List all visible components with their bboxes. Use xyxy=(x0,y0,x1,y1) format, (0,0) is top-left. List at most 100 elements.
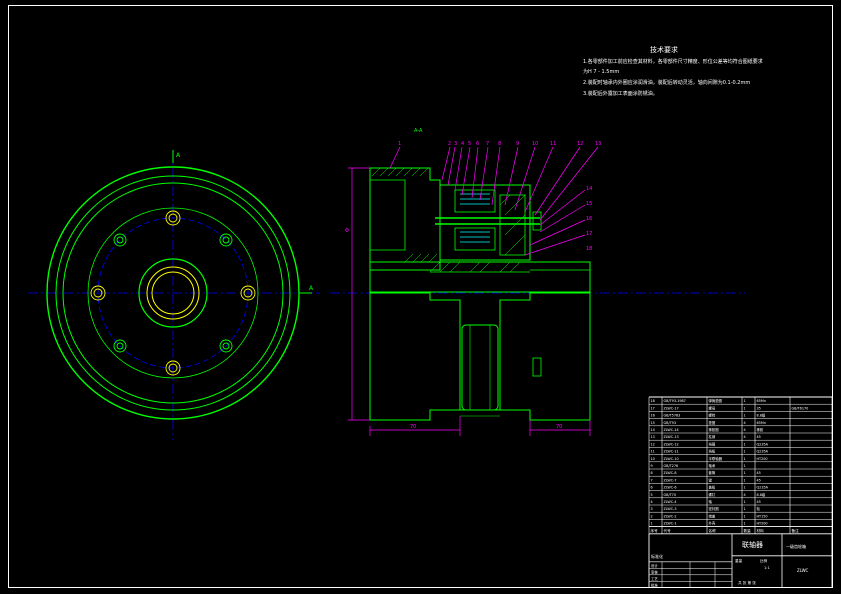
parts-list-cell: ZLWC-4 xyxy=(664,500,677,504)
parts-list-cell: ZLWC-10 xyxy=(664,457,679,461)
drawing-number: ZLWC xyxy=(797,568,809,573)
part-name: 联轴器 xyxy=(742,540,763,549)
parts-list-cell: HT200 xyxy=(757,522,768,526)
parts-list-cell: 1 xyxy=(744,507,746,511)
parts-list-cell: 橡胶 xyxy=(757,427,764,432)
parts-list-cell: 半联轴器 xyxy=(709,456,723,461)
parts-list-header: 序号 xyxy=(651,528,659,533)
parts-list-cell: ZLWC-17 xyxy=(664,406,679,410)
parts-list-cell: 1 xyxy=(744,442,746,446)
parts-list-cell: ZLWC-13 xyxy=(664,435,679,439)
section-center-label: A-A xyxy=(414,128,423,134)
parts-list-cell: 垫圈 xyxy=(709,420,716,425)
scale-label: 比例 xyxy=(760,558,768,563)
parts-list-cell: ZLWC-7 xyxy=(664,478,677,482)
parts-list-cell: 11 xyxy=(651,450,655,454)
parts-list-cell: GB/T6170 xyxy=(792,406,809,410)
dimension-bottom-left: 70 xyxy=(410,424,416,430)
parts-list-cell: 10 xyxy=(651,457,655,461)
section-mark-right: A xyxy=(309,285,314,292)
parts-list-cell: GB/T93 xyxy=(664,421,676,425)
balloon-9: 9 xyxy=(516,141,519,147)
parts-list-cell: 1 xyxy=(744,514,746,518)
title-block: 18 GB/T93-1987 弹簧垫圈 1 65Mn17 ZLWC-17 螺母 1 35 GB/T… xyxy=(648,396,833,587)
parts-list-cell: 8.8级 xyxy=(757,492,766,497)
parts-list-cell: 4 xyxy=(744,435,746,439)
parts-list-cell: 3 xyxy=(651,507,653,511)
parts-list-cell: ZLWC-11 xyxy=(664,450,679,454)
parts-list-cell: 13 xyxy=(651,435,655,439)
parts-list-cell: 35 xyxy=(757,406,761,410)
balloon-11: 11 xyxy=(550,141,556,147)
parts-list-cell: 端盖 xyxy=(709,513,716,518)
balloon-17: 17 xyxy=(586,231,592,237)
parts-list-cell: 键 xyxy=(709,477,713,482)
balloon-4: 4 xyxy=(461,141,464,147)
school-name: 标准化 xyxy=(651,553,663,559)
balloon-18: 18 xyxy=(586,246,592,252)
parts-list-cell: 18 xyxy=(651,399,655,403)
parts-list-header: 名称 xyxy=(709,528,717,533)
parts-list-cell: HT200 xyxy=(757,457,768,461)
parts-list-cell: 15 xyxy=(651,421,655,425)
parts-list-cell: 螺钉 xyxy=(709,492,716,497)
parts-list-cell: 外壳 xyxy=(709,521,716,526)
parts-list-cell: 轴承 xyxy=(709,463,716,468)
parts-list-cell: 8 xyxy=(651,471,653,475)
parts-list-cell: 45 xyxy=(757,500,761,504)
parts-list-cell: 6 xyxy=(651,486,653,490)
parts-list-cell: 4 xyxy=(744,493,746,497)
parts-list-cell: 4 xyxy=(744,421,746,425)
left-end-view xyxy=(28,150,320,440)
parts-list-cell: ZLWC-8 xyxy=(664,471,677,475)
balloon-5: 5 xyxy=(468,141,471,147)
parts-list-cell: ZLWC-6 xyxy=(664,486,677,490)
parts-list-header: 备注 xyxy=(792,528,800,533)
balloon-3: 3 xyxy=(454,141,457,147)
parts-list-cell: 盖板 xyxy=(709,485,716,490)
parts-list-cell: GB/T276 xyxy=(664,464,679,468)
parts-list-cell: 1 xyxy=(744,457,746,461)
tech-req-line-1: 1.各零部件加工前应检查其材料，各零部件尺寸精度、形位公差等均符合图纸要求 xyxy=(583,58,763,65)
parts-list-cell: 套筒 xyxy=(709,470,716,475)
balloon-7: 7 xyxy=(486,141,489,147)
dimension-height: Φ xyxy=(345,228,349,234)
sign-row-label: 审核 xyxy=(651,569,658,574)
parts-list-cell: 毡 xyxy=(757,506,761,511)
sign-row-label: 设计 xyxy=(651,563,658,568)
cad-drawing: A A A-A Φ 70 70 1 2 3 4 5 6 7 8 9 10 11 … xyxy=(8,5,833,588)
parts-list-cell: 65Mn xyxy=(757,421,766,425)
balloon-6: 6 xyxy=(476,141,479,147)
tech-requirements-title: 技术要求 xyxy=(650,45,678,54)
parts-list-cell: 1 xyxy=(744,522,746,526)
parts-list-cell: 14 xyxy=(651,428,655,432)
parts-list-cell: GB/T93-1987 xyxy=(664,399,686,403)
sign-row-label: 批准 xyxy=(651,582,658,587)
parts-list-cell: 1 xyxy=(744,478,746,482)
parts-list-cell: 45 xyxy=(757,435,761,439)
balloon-12: 12 xyxy=(577,141,583,147)
parts-list-cell: Q235A xyxy=(757,442,769,446)
parts-list-cell: 1 xyxy=(744,414,746,418)
parts-list-cell: 12 xyxy=(651,442,655,446)
parts-list-header: 材料 xyxy=(757,528,765,533)
parts-list-cell: 1 xyxy=(651,522,653,526)
tech-requirements: 技术要求 1.各零部件加工前应检查其材料，各零部件尺寸精度、形位公差等均符合图纸… xyxy=(583,45,763,97)
parts-list-cell: 1 xyxy=(744,464,746,468)
parts-list-cell: 16 xyxy=(651,414,655,418)
tech-req-line-3: 2.装配时轴承内外圈应涂润滑油，装配后转动灵活，轴向间隙为0.1-0.2mm xyxy=(583,79,750,86)
parts-list-cell: 1 xyxy=(744,450,746,454)
dimension-bottom-right: 70 xyxy=(556,424,562,430)
parts-list-header: 数量 xyxy=(744,528,752,533)
parts-list-cell: 2 xyxy=(651,514,653,518)
balloon-13: 13 xyxy=(595,141,601,147)
parts-list-cell: ZLWC-2 xyxy=(664,514,677,518)
section-mark-top: A xyxy=(176,152,181,159)
parts-list-cell: 1 xyxy=(744,406,746,410)
material-heading: 一级齿轮箱 xyxy=(786,543,806,549)
parts-list-cell: 7 xyxy=(651,478,653,482)
parts-list-cell: 弹簧垫圈 xyxy=(709,398,723,403)
parts-list-cell: 挡板 xyxy=(709,449,716,454)
parts-list-cell: 挡圈 xyxy=(709,441,716,446)
parts-list-cell: ZLWC-3 xyxy=(664,507,677,511)
